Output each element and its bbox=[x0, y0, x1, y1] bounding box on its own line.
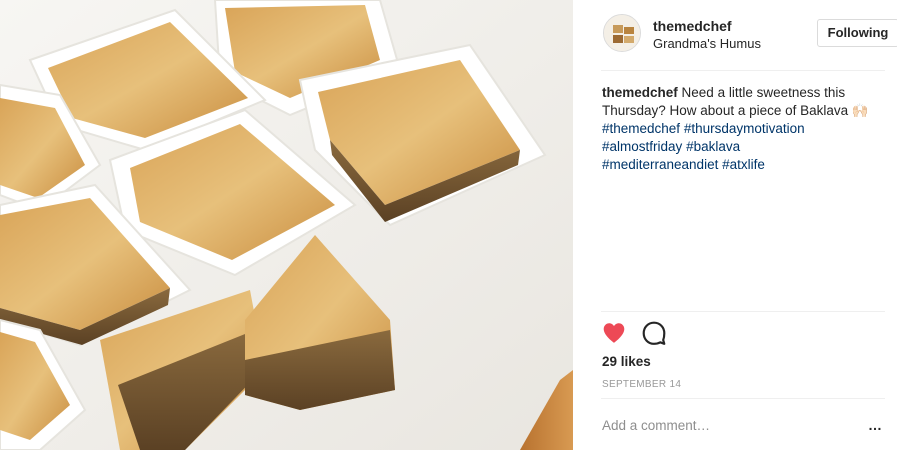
post-date[interactable]: September 14 bbox=[602, 379, 681, 390]
more-options-icon[interactable]: … bbox=[868, 417, 882, 433]
post-details-panel: themedchef Grandma's Humus Following the… bbox=[585, 0, 897, 450]
post-actions bbox=[601, 320, 701, 348]
avatar[interactable] bbox=[603, 14, 641, 52]
post-username[interactable]: themedchef bbox=[653, 18, 732, 34]
post-header: themedchef Grandma's Humus Following bbox=[601, 12, 897, 56]
hashtag-link[interactable]: #baklava bbox=[686, 139, 740, 154]
add-comment-input[interactable] bbox=[602, 415, 842, 435]
caption-username[interactable]: themedchef bbox=[602, 85, 678, 100]
hashtag-link[interactable]: #almostfriday bbox=[602, 139, 682, 154]
comment-icon[interactable] bbox=[641, 320, 667, 346]
likes-count[interactable]: 29 likes bbox=[602, 354, 651, 369]
hashtag-link[interactable]: #themedchef bbox=[602, 121, 680, 136]
divider bbox=[601, 398, 885, 399]
hashtag-link[interactable]: #atxlife bbox=[722, 157, 765, 172]
divider bbox=[601, 311, 885, 312]
baklava-photo bbox=[0, 0, 573, 450]
avatar-image bbox=[604, 15, 640, 51]
hashtag-link[interactable]: #thursdaymotivation bbox=[684, 121, 805, 136]
post-caption: themedchef Need a little sweetness this … bbox=[602, 84, 872, 174]
hashtag-link[interactable]: #mediterraneandiet bbox=[602, 157, 718, 172]
divider bbox=[601, 70, 885, 71]
post-image[interactable] bbox=[0, 0, 573, 450]
post-location[interactable]: Grandma's Humus bbox=[653, 36, 761, 51]
heart-icon[interactable] bbox=[601, 320, 627, 346]
following-button[interactable]: Following bbox=[817, 19, 897, 47]
